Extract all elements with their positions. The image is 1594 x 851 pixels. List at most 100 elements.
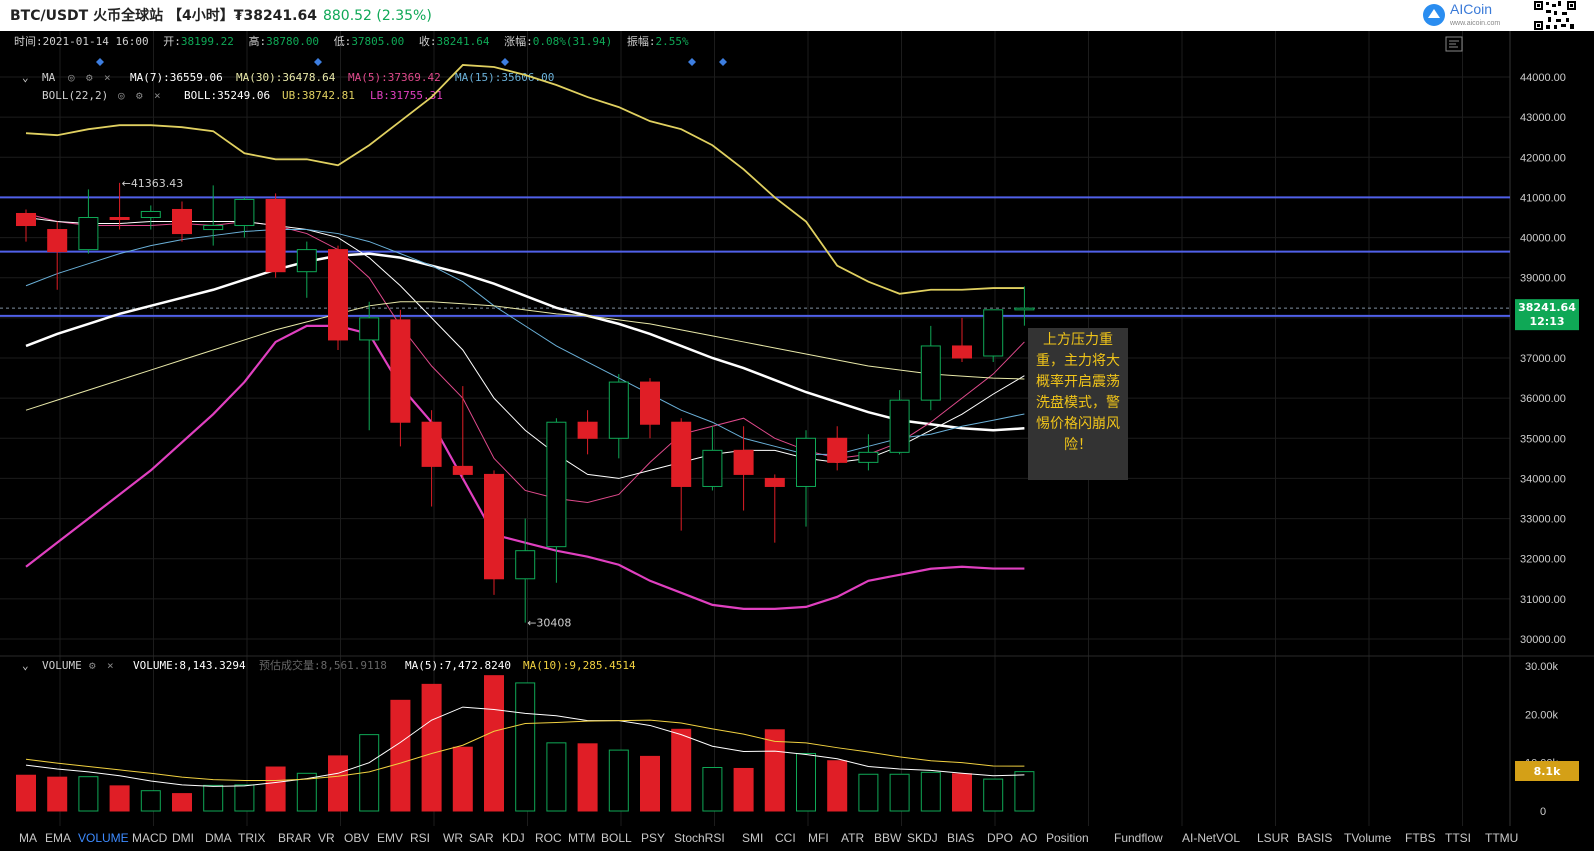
tab-ao[interactable]: AO	[1020, 831, 1037, 845]
boll-settings-icon[interactable]: ⚙	[136, 89, 143, 102]
candle-body[interactable]	[359, 317, 380, 341]
tab-ttmu[interactable]: TTMU	[1485, 831, 1518, 845]
tab-position[interactable]: Position	[1046, 831, 1089, 845]
candle-body[interactable]	[515, 550, 536, 580]
candle-body[interactable]	[796, 437, 816, 487]
volume-close-icon[interactable]: ×	[107, 659, 114, 672]
tab-mfi[interactable]: MFI	[808, 831, 829, 845]
tab-emv[interactable]: EMV	[377, 831, 403, 845]
tab-brar[interactable]: BRAR	[278, 831, 311, 845]
candle-body[interactable]	[577, 421, 598, 439]
tab-fundflow[interactable]: Fundflow	[1114, 831, 1163, 845]
tab-lsur[interactable]: LSUR	[1257, 831, 1289, 845]
tab-boll[interactable]: BOLL	[601, 831, 632, 845]
tab-mtm[interactable]: MTM	[568, 831, 595, 845]
tab-rsi[interactable]: RSI	[410, 831, 430, 845]
tab-trix[interactable]: TRIX	[238, 831, 265, 845]
candle-body[interactable]	[640, 381, 660, 425]
volume-legend: ⌄ VOLUME ⚙ × VOLUME:8,143.3294 预估成交量:8,5…	[22, 658, 636, 672]
event-marker[interactable]	[314, 58, 322, 66]
ma-close-icon[interactable]: ×	[104, 71, 111, 84]
candle-body[interactable]	[452, 465, 473, 475]
volume-caret-icon[interactable]: ⌄	[22, 659, 29, 672]
tab-obv[interactable]: OBV	[344, 831, 369, 845]
tab-volume[interactable]: VOLUME	[78, 831, 129, 845]
volume-settings-icon[interactable]: ⚙	[89, 659, 96, 672]
event-marker[interactable]	[96, 58, 104, 66]
tab-stochrsi[interactable]: StochRSI	[674, 831, 725, 845]
volume-bar	[484, 675, 504, 812]
tab-dpo[interactable]: DPO	[987, 831, 1013, 845]
event-markers[interactable]	[96, 58, 727, 66]
ma-visibility-icon[interactable]: ◎	[68, 71, 75, 84]
candle-body[interactable]	[920, 345, 941, 401]
candle-body[interactable]	[140, 210, 161, 219]
tab-skdj[interactable]: SKDJ	[907, 831, 938, 845]
tab-vr[interactable]: VR	[318, 831, 335, 845]
candle-body[interactable]	[203, 225, 224, 231]
tab-wr[interactable]: WR	[443, 831, 463, 845]
boll-close-icon[interactable]: ×	[154, 89, 161, 102]
event-marker[interactable]	[501, 58, 509, 66]
qr-code-icon	[1532, 0, 1578, 31]
tab-ftbs[interactable]: FTBS	[1405, 831, 1436, 845]
tab-ttsi[interactable]: TTSI	[1445, 831, 1471, 845]
tab-dma[interactable]: DMA	[205, 831, 232, 845]
candle-body[interactable]	[827, 437, 848, 463]
tab-bbw[interactable]: BBW	[874, 831, 901, 845]
candle-body[interactable]	[47, 229, 68, 253]
candle-body[interactable]	[265, 198, 286, 273]
tab-tvolume[interactable]: TVolume	[1344, 831, 1391, 845]
tab-cci[interactable]: CCI	[775, 831, 796, 845]
boll-visibility-icon[interactable]: ◎	[118, 89, 125, 102]
price-axis[interactable]: 44000.00 43000.00 42000.00 41000.00 40000.00…	[1520, 72, 1566, 646]
price-change: 880.52 (2.35%)	[322, 8, 432, 24]
tab-atr[interactable]: ATR	[841, 831, 864, 845]
candle-body[interactable]	[172, 208, 192, 235]
tab-dmi[interactable]: DMI	[172, 831, 194, 845]
ma-settings-icon[interactable]: ⚙	[86, 71, 93, 84]
candle-body[interactable]	[702, 449, 723, 487]
tab-kdj[interactable]: KDJ	[502, 831, 525, 845]
candle-body[interactable]	[421, 421, 442, 467]
horizontal-lines[interactable]	[0, 196, 1510, 317]
candle-body[interactable]	[889, 399, 910, 453]
candle-body[interactable]	[16, 212, 36, 227]
tab-sar[interactable]: SAR	[469, 831, 494, 845]
tab-basis[interactable]: BASIS	[1297, 831, 1332, 845]
event-marker[interactable]	[688, 58, 696, 66]
candles[interactable]	[16, 182, 1035, 623]
candle-body[interactable]	[983, 309, 1004, 357]
candle-body[interactable]	[234, 198, 255, 227]
tab-ema[interactable]: EMA	[45, 831, 71, 845]
tab-psy[interactable]: PSY	[641, 831, 665, 845]
candle-body[interactable]	[296, 249, 317, 273]
volume-bar	[952, 773, 972, 812]
candle-body[interactable]	[671, 421, 692, 487]
candle-body[interactable]	[764, 477, 785, 487]
candle-body[interactable]	[1014, 307, 1035, 311]
ma15-legend: MA(15):35606.00	[455, 71, 554, 84]
low-annotation: ←30408	[527, 617, 571, 630]
high-mark-value: 41363.43	[131, 177, 184, 190]
ma-legend-caret-icon[interactable]: ⌄	[22, 71, 29, 84]
tab-roc[interactable]: ROC	[535, 831, 562, 845]
candle-body[interactable]	[109, 217, 130, 221]
event-marker[interactable]	[719, 58, 727, 66]
chart-settings-icon[interactable]	[1445, 36, 1463, 52]
candle-body[interactable]	[328, 249, 348, 341]
candle-body[interactable]	[78, 217, 99, 251]
candle-body[interactable]	[546, 421, 567, 548]
candle-body[interactable]	[390, 319, 411, 423]
tab-bias[interactable]: BIAS	[947, 831, 974, 845]
tab-ai-netvol[interactable]: AI-NetVOL	[1182, 831, 1240, 845]
tab-ma[interactable]: MA	[19, 831, 37, 845]
candle-body[interactable]	[484, 473, 504, 580]
candle-body[interactable]	[858, 451, 879, 463]
candle-body[interactable]	[608, 381, 629, 439]
candle-body[interactable]	[733, 449, 754, 475]
tab-smi[interactable]: SMI	[742, 831, 763, 845]
price-chart[interactable]: 时间:2021-01-14 16:00 开:38199.22 高:38780.0…	[0, 31, 1594, 826]
tab-macd[interactable]: MACD	[132, 831, 167, 845]
candle-body[interactable]	[952, 345, 972, 359]
